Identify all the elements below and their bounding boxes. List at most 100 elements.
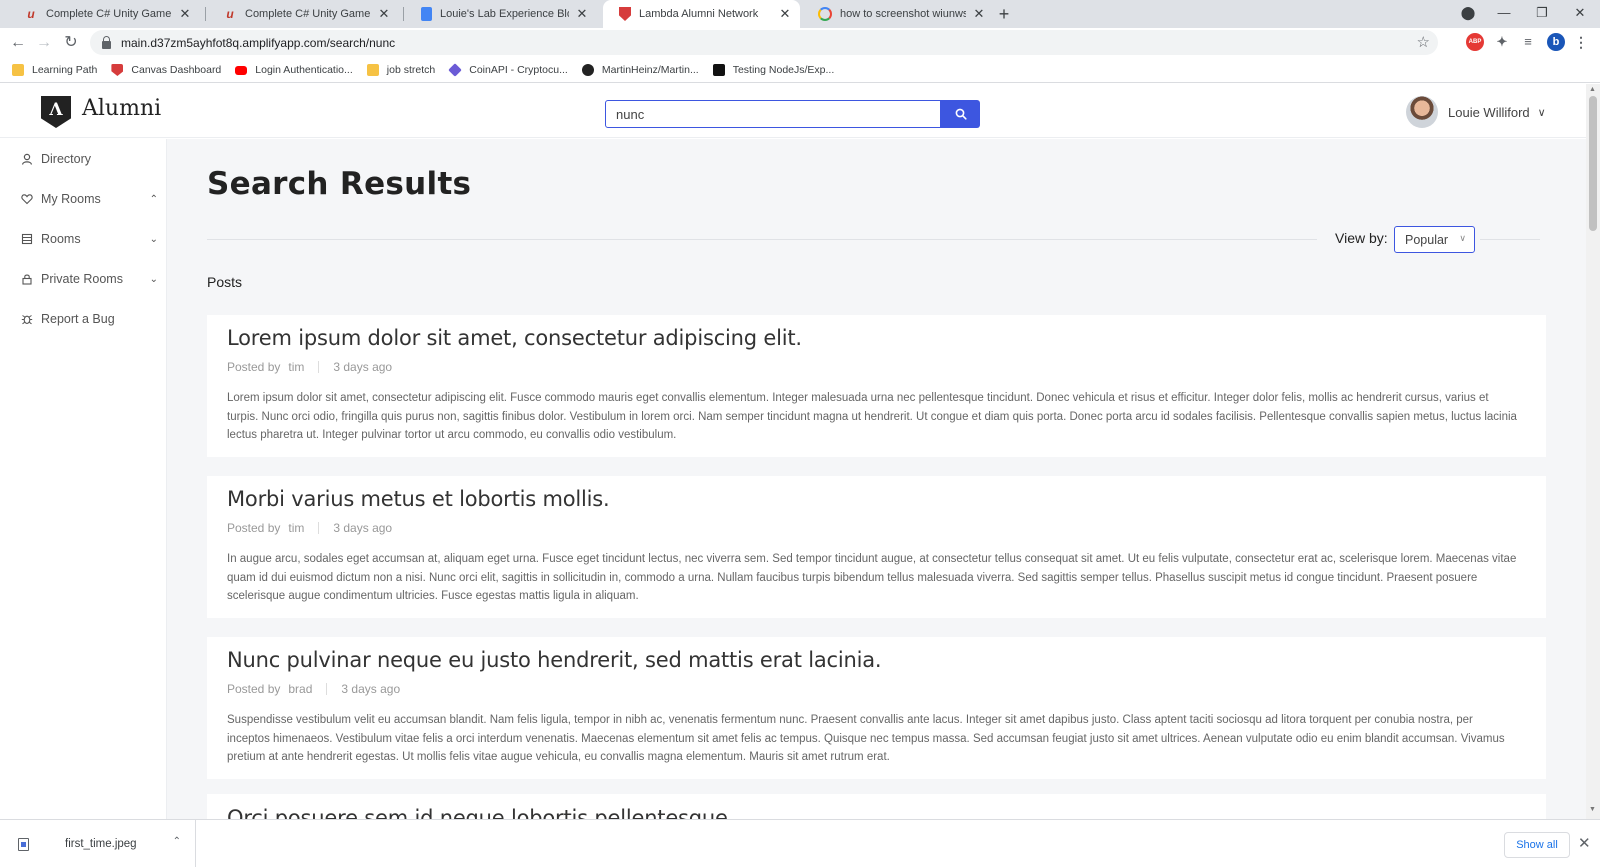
scrollbar-thumb[interactable]: [1589, 96, 1597, 231]
browser-tab-active[interactable]: Lambda Alumni Network ✕: [603, 0, 800, 28]
sidebar-item-directory[interactable]: Directory: [20, 149, 158, 169]
sidebar-item-rooms[interactable]: Rooms ⌄: [20, 229, 158, 249]
post-card[interactable]: Orci posuere sem id neque lobortis pelle…: [207, 794, 1546, 819]
sidebar-item-my-rooms[interactable]: My Rooms ⌃: [20, 189, 158, 209]
divider: [1480, 239, 1540, 240]
scroll-up-icon[interactable]: ▲: [1589, 86, 1596, 93]
puzzle-icon[interactable]: ✦: [1493, 33, 1511, 51]
downloads-bar: first_time.jpeg ⌃ Show all ✕: [0, 819, 1600, 867]
sidebar-item-label: Rooms: [41, 232, 81, 246]
restore-icon[interactable]: ❐: [1524, 0, 1560, 28]
post-title[interactable]: Morbi varius metus et lobortis mollis.: [227, 487, 610, 511]
playlist-icon[interactable]: ≡: [1519, 33, 1537, 51]
post-card[interactable]: Lorem ipsum dolor sit amet, consectetur …: [207, 315, 1546, 457]
tab-close-icon[interactable]: ✕: [972, 6, 986, 22]
post-time: 3 days ago: [341, 682, 401, 696]
tab-title: Lambda Alumni Network: [639, 8, 759, 20]
image-file-icon: [18, 837, 29, 851]
profile-avatar[interactable]: b: [1547, 33, 1565, 51]
window-close-icon[interactable]: ✕: [1562, 0, 1598, 28]
back-icon[interactable]: ←: [7, 32, 29, 54]
bookmark-login-authentication[interactable]: Login Authenticatio...: [235, 64, 353, 76]
post-author[interactable]: tim: [288, 360, 304, 374]
tab-title: how to screenshot wiunws only: [840, 8, 966, 20]
tab-close-icon[interactable]: ✕: [178, 6, 192, 22]
bookmark-star-icon[interactable]: ☆: [1417, 33, 1430, 51]
bookmark-testing-nodejs[interactable]: Testing NodeJs/Exp...: [712, 64, 834, 76]
chevron-down-icon[interactable]: ⌄: [150, 234, 158, 245]
bookmark-label: job stretch: [386, 64, 436, 76]
user-menu[interactable]: Louie Williford ∨: [1406, 96, 1546, 128]
adblock-plus-icon[interactable]: ABP: [1466, 33, 1484, 51]
sidebar-item-report-bug[interactable]: Report a Bug: [20, 309, 158, 329]
close-icon[interactable]: ✕: [1578, 834, 1591, 852]
heart-icon: [20, 193, 33, 206]
posted-by-label: Posted by: [227, 360, 281, 374]
lock-icon: [20, 273, 33, 286]
alumni-logo-icon[interactable]: Λ: [41, 96, 71, 128]
tab-search-icon[interactable]: ⬤: [1450, 0, 1486, 28]
tab-title: Complete C# Unity Game Develo: [245, 8, 371, 20]
chevron-up-icon[interactable]: ⌃: [173, 836, 181, 847]
new-tab-button[interactable]: +: [993, 3, 1015, 25]
forward-icon[interactable]: →: [33, 32, 55, 54]
dev-icon: [712, 64, 725, 76]
browser-tab-5[interactable]: how to screenshot wiunws only ✕: [802, 0, 994, 28]
tab-close-icon[interactable]: ✕: [377, 6, 391, 22]
layers-icon: [448, 63, 463, 77]
scroll-down-icon[interactable]: ▼: [1589, 806, 1596, 813]
post-title[interactable]: Orci posuere sem id neque lobortis pelle…: [227, 806, 734, 819]
rooms-icon: [20, 233, 33, 246]
post-title[interactable]: Lorem ipsum dolor sit amet, consectetur …: [227, 326, 802, 350]
show-all-button[interactable]: Show all: [1504, 832, 1570, 858]
search-input[interactable]: [605, 100, 941, 128]
post-body: Suspendisse vestibulum velit eu accumsan…: [227, 714, 1505, 763]
download-file-name: first_time.jpeg: [65, 838, 137, 850]
user-icon: [20, 153, 33, 166]
post-title[interactable]: Nunc pulvinar neque eu justo hendrerit, …: [227, 648, 882, 672]
youtube-icon: [235, 65, 248, 75]
bookmark-canvas-dashboard[interactable]: Canvas Dashboard: [111, 64, 221, 76]
browser-toolbar: ← → ↻ main.d37zm5ayhfot8q.amplifyapp.com…: [0, 28, 1600, 58]
sidebar-item-private-rooms[interactable]: Private Rooms ⌄: [20, 269, 158, 289]
chevron-up-icon[interactable]: ⌃: [150, 194, 158, 205]
post-card[interactable]: Nunc pulvinar neque eu justo hendrerit, …: [207, 637, 1546, 779]
google-docs-icon: [421, 7, 432, 21]
post-author[interactable]: brad: [288, 682, 312, 696]
sidebar-item-label: Report a Bug: [41, 312, 115, 326]
minimize-icon[interactable]: —: [1486, 0, 1522, 28]
browser-tab-3[interactable]: Louie's Lab Experience Blog Post ✕: [405, 0, 597, 28]
bookmark-learning-path[interactable]: Learning Path: [12, 64, 97, 76]
bookmark-martinheinz[interactable]: MartinHeinz/Martin...: [581, 64, 699, 76]
logo-text[interactable]: Alumni: [82, 96, 161, 121]
bookmark-job-stretch[interactable]: job stretch: [366, 64, 436, 76]
bookmark-coinapi[interactable]: CoinAPI - Cryptocu...: [448, 63, 568, 77]
post-author[interactable]: tim: [288, 521, 304, 535]
page-scrollbar[interactable]: ▲ ▼: [1586, 84, 1600, 819]
tab-close-icon[interactable]: ✕: [575, 6, 589, 22]
chevron-down-icon[interactable]: ⌄: [150, 274, 158, 285]
address-bar[interactable]: main.d37zm5ayhfot8q.amplifyapp.com/searc…: [90, 30, 1438, 55]
search-button[interactable]: [941, 100, 980, 128]
browser-tab-2[interactable]: u Complete C# Unity Game Develo ✕: [207, 0, 399, 28]
sidebar-item-label: Private Rooms: [41, 272, 123, 286]
search-icon: [955, 108, 967, 120]
post-meta: Posted by tim 3 days ago: [227, 521, 392, 535]
tab-close-icon[interactable]: ✕: [778, 6, 792, 22]
view-by-value: Popular: [1405, 232, 1449, 247]
download-item[interactable]: first_time.jpeg ⌃: [0, 820, 196, 867]
sidebar-item-label: My Rooms: [41, 192, 101, 206]
url-text: main.d37zm5ayhfot8q.amplifyapp.com/searc…: [121, 35, 396, 50]
meta-separator: [318, 361, 320, 373]
reload-icon[interactable]: ↻: [60, 32, 82, 54]
meta-separator: [318, 522, 320, 534]
view-by-select[interactable]: Popular ∨: [1394, 226, 1475, 253]
folder-icon: [366, 64, 379, 76]
browser-tab-1[interactable]: u Complete C# Unity Game Develo ✕: [8, 0, 200, 28]
main-content: Search Results View by: Popular ∨ Posts …: [167, 139, 1586, 819]
view-by-label: View by:: [1335, 230, 1388, 246]
browser-menu-icon[interactable]: ⋮: [1572, 33, 1590, 51]
post-card[interactable]: Morbi varius metus et lobortis mollis. P…: [207, 476, 1546, 618]
post-meta: Posted by tim 3 days ago: [227, 360, 392, 374]
page-title: Search Results: [207, 166, 472, 202]
